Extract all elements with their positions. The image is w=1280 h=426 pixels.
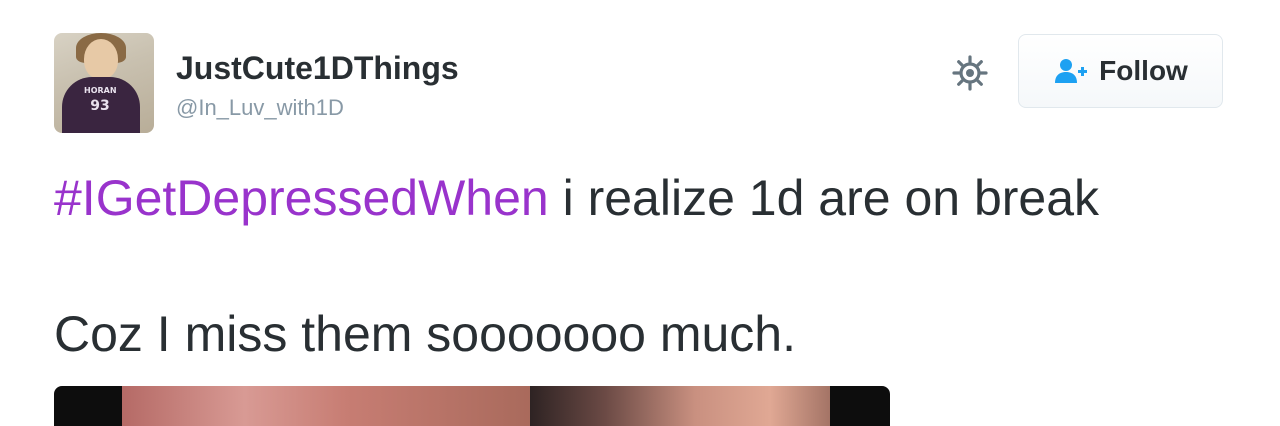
follow-button[interactable]: Follow — [1018, 34, 1223, 108]
avatar-shirt-name: HORAN — [84, 86, 117, 95]
tweet-text-rest: i realize 1d are on break — [548, 170, 1100, 226]
screen-name[interactable]: @In_Luv_with1D — [176, 95, 344, 121]
hashtag-link[interactable]: #IGetDepressedWhen — [54, 170, 549, 226]
display-name[interactable]: JustCute1DThings — [176, 50, 459, 87]
add-user-icon — [1055, 59, 1088, 83]
tweet-text-line1: #IGetDepressedWhen i realize 1d are on b… — [54, 168, 1234, 228]
tweet-media[interactable] — [54, 386, 890, 426]
follow-label: Follow — [1099, 55, 1188, 86]
avatar-shirt-text: HORAN 93 — [84, 86, 117, 114]
tweet-text-line2: Coz I miss them sooooooo much. — [54, 306, 796, 362]
gear-icon[interactable] — [950, 53, 990, 93]
avatar-face — [84, 39, 118, 79]
media-photo-right — [530, 386, 830, 426]
avatar[interactable]: HORAN 93 — [54, 33, 154, 133]
media-photo-left — [122, 386, 530, 426]
avatar-shirt-number: 93 — [90, 98, 110, 114]
